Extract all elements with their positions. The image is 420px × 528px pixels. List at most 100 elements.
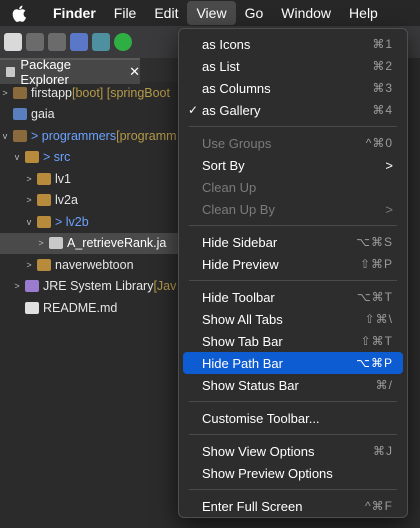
menu-item-label: Hide Preview xyxy=(202,256,279,272)
menu-separator xyxy=(189,401,397,402)
package-icon xyxy=(37,194,51,207)
tree-label: README.md xyxy=(43,300,118,315)
package-icon xyxy=(37,215,51,228)
java-file-icon xyxy=(49,237,63,250)
expand-arrow-icon[interactable]: > xyxy=(12,281,22,291)
package-icon xyxy=(37,172,51,185)
shortcut: ⇧⌘P xyxy=(359,257,393,271)
menu-go[interactable]: Go xyxy=(236,1,273,25)
menu-item-hide-path-bar[interactable]: Hide Path Bar ⌥⌘P xyxy=(183,352,403,374)
apple-menu-icon[interactable] xyxy=(8,0,30,26)
tree-row-src[interactable]: v > src xyxy=(0,147,180,169)
menu-item-label: as Icons xyxy=(202,36,251,52)
menu-item-sort-by[interactable]: Sort By > xyxy=(183,154,403,176)
menu-item-show-preview-options[interactable]: Show Preview Options xyxy=(183,462,403,484)
shortcut: ⌥⌘T xyxy=(356,290,393,304)
run-icon[interactable] xyxy=(114,33,132,51)
tree-row-a-retrieverank[interactable]: > A_retrieveRank.ja xyxy=(0,232,180,254)
menu-item-as-gallery[interactable]: ✓ as Gallery ⌘4 xyxy=(183,99,403,121)
menu-item-customise-toolbar[interactable]: Customise Toolbar... xyxy=(183,407,403,429)
tree-row-lv2a[interactable]: > lv2a xyxy=(0,190,180,212)
debug-icon[interactable] xyxy=(92,33,110,51)
tree-row-programmers[interactable]: v > programmers [programm xyxy=(0,125,180,147)
shortcut: ⌥⌘S xyxy=(356,235,393,249)
project-icon xyxy=(13,86,27,99)
menu-finder[interactable]: Finder xyxy=(44,1,105,25)
menu-item-label: Show Tab Bar xyxy=(202,333,283,349)
source-folder-icon xyxy=(25,151,39,164)
tree-row-readme[interactable]: README.md xyxy=(0,297,180,319)
menu-item-label: Show View Options xyxy=(202,443,315,459)
view-menu-dropdown: as Icons ⌘1 as List ⌘2 as Columns ⌘3 ✓ a… xyxy=(178,28,408,518)
menu-item-as-list[interactable]: as List ⌘2 xyxy=(183,55,403,77)
new-file-icon[interactable] xyxy=(4,33,22,51)
menu-item-as-icons[interactable]: as Icons ⌘1 xyxy=(183,33,403,55)
menu-bar: Finder File Edit View Go Window Help xyxy=(0,0,420,26)
menu-item-show-all-tabs[interactable]: Show All Tabs ⇧⌘\ xyxy=(183,308,403,330)
tree-suffix: [boot] [springBoot xyxy=(72,85,170,100)
tree-row-firstapp[interactable]: > firstapp [boot] [springBoot xyxy=(0,82,180,104)
menu-item-label: Customise Toolbar... xyxy=(202,410,320,426)
tree-label: > src xyxy=(43,150,71,165)
tree-label: firstapp xyxy=(31,85,72,100)
chevron-right-icon: > xyxy=(385,201,393,217)
menu-item-clean-up[interactable]: Clean Up xyxy=(183,176,403,198)
menu-item-enter-full-screen[interactable]: Enter Full Screen ^⌘F xyxy=(183,495,403,517)
expand-arrow-icon[interactable]: > xyxy=(0,88,10,98)
menu-help[interactable]: Help xyxy=(340,1,387,25)
menu-item-use-groups[interactable]: Use Groups ^⌘0 xyxy=(183,132,403,154)
shortcut: ⌘4 xyxy=(372,103,393,117)
menu-file[interactable]: File xyxy=(105,1,146,25)
tree-label: A_retrieveRank.ja xyxy=(67,236,167,251)
package-tree: > firstapp [boot] [springBoot gaia v > p… xyxy=(0,82,180,319)
tree-label: > lv2b xyxy=(55,214,89,229)
menu-item-show-tab-bar[interactable]: Show Tab Bar ⇧⌘T xyxy=(183,330,403,352)
shortcut: ⌘3 xyxy=(372,81,393,95)
menu-item-label: as Columns xyxy=(202,80,271,96)
menu-item-label: Hide Toolbar xyxy=(202,289,275,305)
shortcut: ^⌘0 xyxy=(365,136,393,150)
menu-item-hide-toolbar[interactable]: Hide Toolbar ⌥⌘T xyxy=(183,286,403,308)
save-all-icon[interactable] xyxy=(48,33,66,51)
folder-icon xyxy=(13,108,27,121)
expand-arrow-icon[interactable]: > xyxy=(24,260,34,270)
tree-row-naverwebtoon[interactable]: > naverwebtoon xyxy=(0,254,180,276)
menu-separator xyxy=(189,225,397,226)
save-icon[interactable] xyxy=(26,33,44,51)
package-icon xyxy=(37,258,51,271)
shortcut: ⌘J xyxy=(373,444,393,458)
menu-item-label: Show Status Bar xyxy=(202,377,299,393)
terminal-icon[interactable] xyxy=(70,33,88,51)
menu-item-hide-sidebar[interactable]: Hide Sidebar ⌥⌘S xyxy=(183,231,403,253)
collapse-arrow-icon[interactable]: v xyxy=(12,152,22,162)
menu-item-hide-preview[interactable]: Hide Preview ⇧⌘P xyxy=(183,253,403,275)
shortcut: ^⌘F xyxy=(365,499,393,513)
tree-row-gaia[interactable]: gaia xyxy=(0,104,180,126)
library-icon xyxy=(25,280,39,293)
chevron-right-icon: > xyxy=(385,157,393,173)
menu-edit[interactable]: Edit xyxy=(145,1,187,25)
menu-item-label: Clean Up xyxy=(202,179,257,195)
tree-label: JRE System Library xyxy=(43,279,154,294)
tree-row-lv2b[interactable]: v > lv2b xyxy=(0,211,180,233)
menu-view[interactable]: View xyxy=(187,1,236,25)
close-icon[interactable]: ✕ xyxy=(129,64,140,80)
expand-arrow-icon[interactable]: > xyxy=(24,195,34,205)
menu-window[interactable]: Window xyxy=(272,1,340,25)
checkmark-icon: ✓ xyxy=(188,103,199,117)
expand-arrow-icon[interactable]: > xyxy=(24,174,34,184)
shortcut: ⇧⌘\ xyxy=(364,312,393,326)
menu-item-show-view-options[interactable]: Show View Options ⌘J xyxy=(183,440,403,462)
menu-item-as-columns[interactable]: as Columns ⌘3 xyxy=(183,77,403,99)
tree-row-jre[interactable]: > JRE System Library [Jav xyxy=(0,276,180,298)
collapse-arrow-icon[interactable]: v xyxy=(0,131,10,141)
tree-row-lv1[interactable]: > lv1 xyxy=(0,168,180,190)
shortcut: ⌥⌘P xyxy=(356,356,393,370)
menu-item-label: as Gallery xyxy=(202,102,261,118)
tree-label: lv1 xyxy=(55,171,71,186)
menu-item-clean-up-by[interactable]: Clean Up By > xyxy=(183,198,403,220)
package-explorer-tab[interactable]: Package Explorer ✕ xyxy=(0,57,140,87)
menu-item-show-status-bar[interactable]: Show Status Bar ⌘/ xyxy=(183,374,403,396)
expand-arrow-icon[interactable]: > xyxy=(36,238,46,248)
collapse-arrow-icon[interactable]: v xyxy=(24,217,34,227)
